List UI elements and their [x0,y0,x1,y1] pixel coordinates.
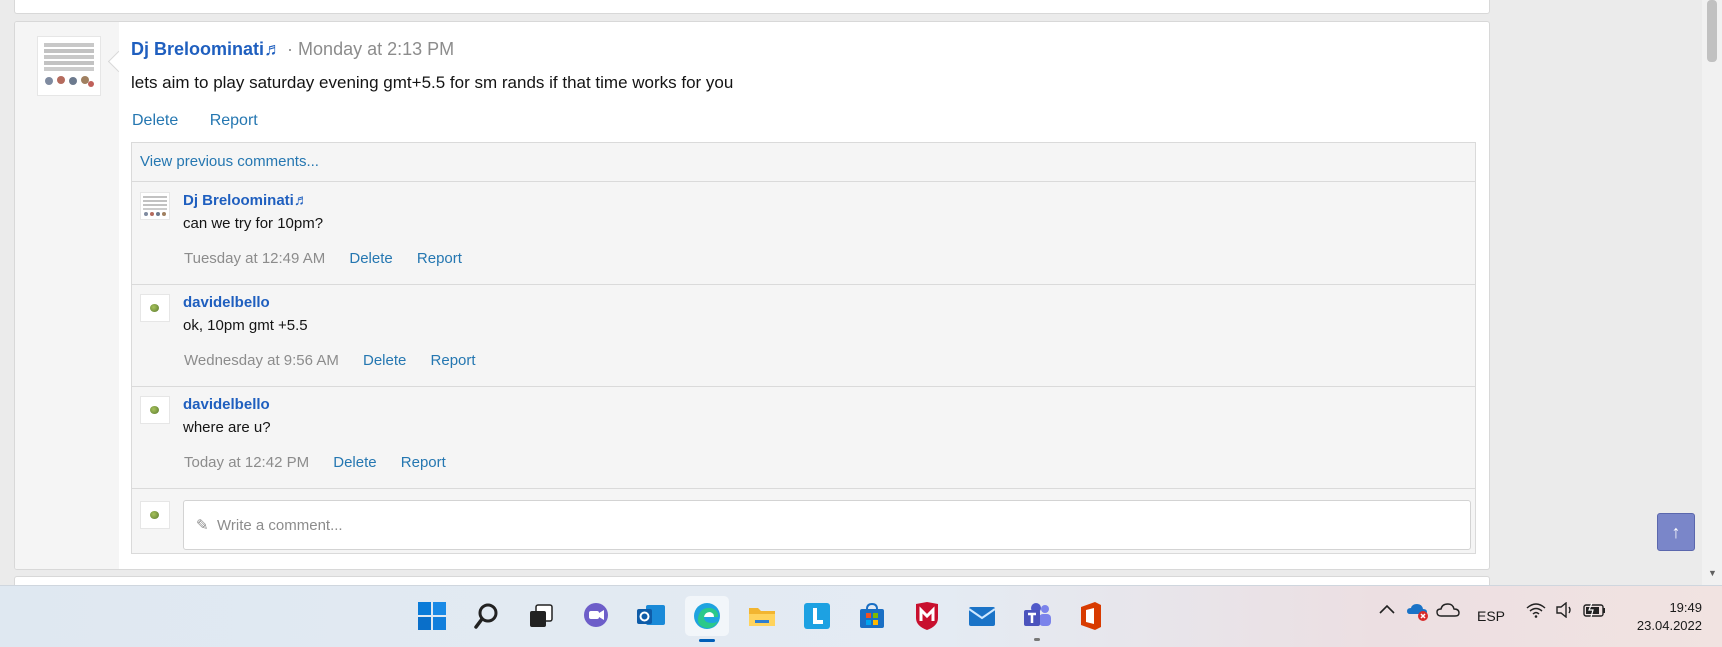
comment-meta: Wednesday at 9:56 AM Delete Report [184,352,496,369]
comment-timestamp[interactable]: Wednesday at 9:56 AM [184,352,339,369]
post-timestamp[interactable]: Monday at 2:13 PM [298,39,454,59]
avatar-dot-icon [150,511,159,519]
post-report-link[interactable]: Report [210,112,258,129]
content-area: Dj Breloominati♬ · Monday at 2:13 PM let… [0,0,1702,585]
comment-text: can we try for 10pm? [183,215,324,232]
outlook-icon[interactable] [634,599,668,633]
l-app-icon[interactable] [800,599,834,633]
post-body: lets aim to play saturday evening gmt+5.… [131,73,734,92]
post-actions: Delete Report [132,112,285,130]
cloud-icon[interactable] [1436,602,1460,621]
view-previous-comments-link[interactable]: View previous comments... [140,153,319,170]
avatar-dot-icon [150,304,159,312]
comment-text: ok, 10pm gmt +5.5 [183,317,308,334]
profile-post: Dj Breloominati♬ · Monday at 2:13 PM let… [14,21,1490,570]
comment-author-avatar[interactable] [140,294,170,322]
comment-delete-link[interactable]: Delete [333,454,376,471]
comment-report-link[interactable]: Report [431,352,476,369]
office-icon[interactable] [1074,599,1108,633]
chevron-up-icon[interactable] [1378,602,1396,619]
write-comment-input[interactable]: ✎ Write a comment... [183,500,1471,550]
wifi-icon[interactable] [1526,602,1546,621]
comment-author[interactable]: davidelbello [183,294,270,311]
avatar-dot-icon [150,406,159,414]
scrollbar-thumb[interactable] [1707,0,1717,62]
comment-timestamp[interactable]: Tuesday at 12:49 AM [184,250,325,267]
post-author-name[interactable]: Dj Breloominati♬ [131,39,282,59]
comment-meta: Today at 12:42 PM Delete Report [184,454,466,471]
chat-icon[interactable] [579,599,613,633]
teams-icon[interactable] [1020,599,1054,641]
volume-icon[interactable] [1555,601,1575,621]
active-app-indicator [699,639,715,642]
comment-report-link[interactable]: Report [401,454,446,471]
previous-post-card [14,0,1490,14]
comment-author[interactable]: davidelbello [183,396,270,413]
windows-start-icon[interactable] [415,599,449,633]
comment-delete-link[interactable]: Delete [349,250,392,267]
arrow-up-icon: ↑ [1671,522,1681,542]
post-separator: · [287,39,294,59]
current-user-avatar [140,501,170,529]
write-comment-placeholder: Write a comment... [217,517,343,534]
comment-item: davidelbello where are u? Today at 12:42… [132,386,1475,489]
comment-author[interactable]: Dj Breloominati♬ [183,192,309,209]
post-author-avatar[interactable] [37,36,101,96]
view-previous-comments: View previous comments... [132,143,1475,182]
task-view-icon[interactable] [524,599,558,633]
post-avatar-column [15,22,119,569]
next-post-card [14,576,1490,585]
page-scrollbar[interactable]: ▼ [1702,0,1722,585]
back-to-top-button[interactable]: ↑ [1657,513,1695,551]
comment-author-avatar[interactable] [140,396,170,424]
clock-time: 19:49 [1669,600,1702,615]
running-app-indicator [1034,638,1040,641]
post-header: Dj Breloominati♬ · Monday at 2:13 PM [131,39,454,60]
pencil-icon: ✎ [196,517,209,534]
comment-item: Dj Breloominati♬ can we try for 10pm? Tu… [132,182,1475,285]
comment-report-link[interactable]: Report [417,250,462,267]
edge-icon[interactable] [685,596,729,642]
mcafee-icon[interactable] [910,599,944,633]
system-clock[interactable]: 19:49 23.04.2022 [1612,599,1702,635]
store-icon[interactable] [855,599,889,633]
windows-taskbar: ESP 19:49 23.04.2022 [0,585,1722,647]
language-indicator[interactable]: ESP [1477,608,1505,624]
post-delete-link[interactable]: Delete [132,112,178,129]
comment-author-avatar[interactable] [140,192,170,220]
comment-text: where are u? [183,419,271,436]
file-explorer-icon[interactable] [745,599,779,633]
sprite-avatar-icon [143,196,167,216]
comment-item: davidelbello ok, 10pm gmt +5.5 Wednesday… [132,284,1475,387]
comments-section: View previous comments... Dj Breloominat… [131,142,1476,554]
search-icon[interactable] [470,599,504,633]
battery-charging-icon[interactable] [1583,602,1607,621]
sprite-avatar-icon [44,43,94,87]
comment-meta: Tuesday at 12:49 AM Delete Report [184,250,482,267]
scroll-down-arrow-icon[interactable]: ▼ [1708,568,1717,578]
comment-timestamp[interactable]: Today at 12:42 PM [184,454,309,471]
write-comment-row: ✎ Write a comment... [132,491,1475,553]
onedrive-error-icon[interactable] [1406,600,1430,625]
comment-delete-link[interactable]: Delete [363,352,406,369]
mail-icon[interactable] [965,599,999,633]
clock-date: 23.04.2022 [1636,618,1702,633]
